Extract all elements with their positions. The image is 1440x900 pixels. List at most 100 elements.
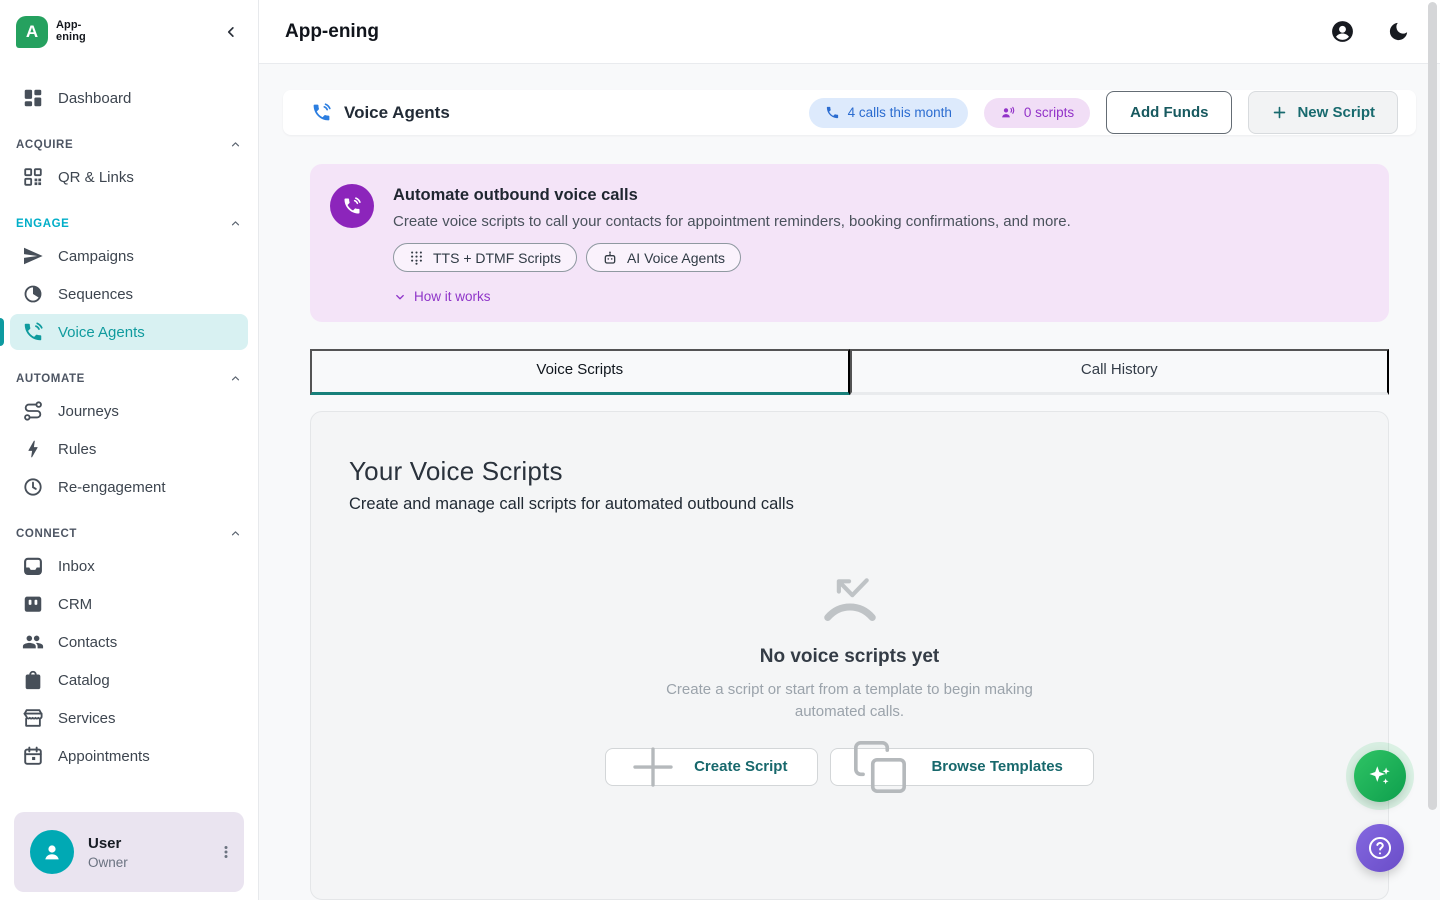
add-funds-label: Add Funds bbox=[1130, 104, 1208, 121]
new-script-label: New Script bbox=[1297, 104, 1375, 121]
logo-line2: ening bbox=[56, 32, 86, 44]
sidebar-nav: Dashboard ACQUIRE QR & Links ENGAGE Camp… bbox=[0, 64, 258, 774]
sidebar-item-label: Services bbox=[58, 710, 116, 727]
create-script-label: Create Script bbox=[694, 758, 787, 775]
sidebar-section-connect[interactable]: CONNECT bbox=[16, 527, 242, 540]
sidebar-item-label: Dashboard bbox=[58, 90, 131, 107]
shopping-bag-icon bbox=[22, 669, 44, 691]
sidebar-item-services[interactable]: Services bbox=[10, 700, 248, 736]
tab-voice-scripts[interactable]: Voice Scripts bbox=[310, 349, 850, 395]
user-role: Owner bbox=[88, 855, 128, 870]
route-icon bbox=[22, 400, 44, 422]
sparkles-icon bbox=[1367, 763, 1393, 789]
panel-title: Your Voice Scripts bbox=[349, 456, 1350, 487]
copy-icon bbox=[851, 738, 909, 796]
sidebar-section-engage[interactable]: ENGAGE bbox=[16, 217, 242, 230]
help-fab[interactable] bbox=[1356, 824, 1404, 872]
create-script-button[interactable]: Create Script bbox=[605, 748, 818, 786]
main-area: App-ening Voice Agents 4 calls this mont… bbox=[259, 0, 1440, 900]
user-card[interactable]: User Owner bbox=[14, 812, 244, 892]
page-title: App-ening bbox=[285, 21, 379, 43]
account-circle-icon bbox=[1330, 19, 1355, 44]
how-it-works-link[interactable]: How it works bbox=[393, 289, 491, 304]
sidebar-section-automate[interactable]: AUTOMATE bbox=[16, 372, 242, 385]
phone-call-icon bbox=[342, 196, 362, 216]
info-banner: Automate outbound voice calls Create voi… bbox=[310, 164, 1389, 322]
sidebar-item-label: Campaigns bbox=[58, 248, 134, 265]
banner-icon-circle bbox=[330, 184, 374, 228]
toolbar-actions: 4 calls this month 0 scripts Add Funds N… bbox=[809, 91, 1398, 134]
sidebar-item-voice-agents[interactable]: Voice Agents bbox=[10, 314, 248, 350]
sidebar-section-acquire[interactable]: ACQUIRE bbox=[16, 138, 242, 151]
calls-badge-label: 4 calls this month bbox=[848, 105, 952, 120]
account-button[interactable] bbox=[1328, 17, 1357, 46]
plus-icon bbox=[626, 740, 680, 794]
sidebar-item-appointments[interactable]: Appointments bbox=[10, 738, 248, 774]
phone-call-icon bbox=[311, 102, 332, 123]
section-label: ACQUIRE bbox=[16, 139, 73, 151]
sidebar-item-journeys[interactable]: Journeys bbox=[10, 393, 248, 429]
app-logo[interactable]: A App- ening bbox=[16, 16, 86, 48]
sidebar-item-label: Journeys bbox=[58, 403, 119, 420]
sidebar-item-inbox[interactable]: Inbox bbox=[10, 548, 248, 584]
sidebar-item-crm[interactable]: CRM bbox=[10, 586, 248, 622]
app-root: A App- ening Dashboard ACQUIRE QR bbox=[0, 0, 1440, 900]
chevron-up-icon bbox=[229, 217, 242, 230]
new-script-button[interactable]: New Script bbox=[1248, 91, 1398, 134]
sidebar-user-area: User Owner bbox=[0, 800, 258, 900]
inbox-icon bbox=[22, 555, 44, 577]
sidebar-item-catalog[interactable]: Catalog bbox=[10, 662, 248, 698]
dark-mode-toggle[interactable] bbox=[1385, 18, 1412, 45]
sidebar-collapse-button[interactable] bbox=[220, 21, 242, 43]
sidebar-item-label: Sequences bbox=[58, 286, 133, 303]
vertical-scrollbar[interactable] bbox=[1428, 2, 1437, 810]
sidebar-item-label: Rules bbox=[58, 441, 96, 458]
empty-actions: Create Script Browse Templates bbox=[605, 748, 1094, 786]
section-label: CONNECT bbox=[16, 528, 77, 540]
kanban-icon bbox=[22, 593, 44, 615]
voice-agents-toolbar: Voice Agents 4 calls this month 0 script… bbox=[283, 90, 1416, 135]
user-menu-button[interactable] bbox=[216, 842, 236, 862]
logo-badge: A bbox=[16, 16, 48, 48]
empty-title: No voice scripts yet bbox=[760, 646, 940, 668]
chevron-up-icon bbox=[229, 138, 242, 151]
avatar bbox=[30, 830, 74, 874]
sidebar-item-label: Voice Agents bbox=[58, 324, 145, 341]
scripts-badge-label: 0 scripts bbox=[1024, 105, 1074, 120]
sidebar-item-label: CRM bbox=[58, 596, 92, 613]
sidebar-item-label: Catalog bbox=[58, 672, 110, 689]
sidebar-item-label: Inbox bbox=[58, 558, 95, 575]
dialpad-icon bbox=[409, 250, 424, 265]
sidebar-item-sequences[interactable]: Sequences bbox=[10, 276, 248, 312]
voice-person-icon bbox=[1000, 105, 1016, 121]
tab-bar: Voice Scripts Call History bbox=[310, 349, 1389, 395]
add-funds-button[interactable]: Add Funds bbox=[1106, 91, 1232, 134]
calendar-icon bbox=[22, 745, 44, 767]
banner-chips: TTS + DTMF Scripts AI Voice Agents bbox=[393, 243, 1071, 272]
sidebar-item-dashboard[interactable]: Dashboard bbox=[10, 80, 248, 116]
dashboard-icon bbox=[22, 87, 44, 109]
user-info: User Owner bbox=[88, 835, 128, 870]
sidebar-item-rules[interactable]: Rules bbox=[10, 431, 248, 467]
tab-call-history[interactable]: Call History bbox=[850, 349, 1390, 395]
chip-label: AI Voice Agents bbox=[627, 250, 725, 266]
banner-content: Automate outbound voice calls Create voi… bbox=[393, 184, 1071, 304]
empty-description: Create a script or start from a template… bbox=[657, 679, 1042, 723]
ai-assistant-fab[interactable] bbox=[1354, 750, 1406, 802]
scripts-count-badge: 0 scripts bbox=[984, 98, 1090, 128]
browse-templates-button[interactable]: Browse Templates bbox=[830, 748, 1093, 786]
kebab-menu-icon bbox=[218, 844, 234, 860]
plus-icon bbox=[1271, 104, 1288, 121]
sidebar-item-label: QR & Links bbox=[58, 169, 134, 186]
section-label: ENGAGE bbox=[16, 218, 69, 230]
logo-text: App- ening bbox=[56, 20, 86, 43]
sidebar-item-contacts[interactable]: Contacts bbox=[10, 624, 248, 660]
storefront-icon bbox=[22, 707, 44, 729]
sidebar: A App- ening Dashboard ACQUIRE QR bbox=[0, 0, 259, 900]
sidebar-item-campaigns[interactable]: Campaigns bbox=[10, 238, 248, 274]
qr-code-icon bbox=[22, 166, 44, 188]
sidebar-item-label: Appointments bbox=[58, 748, 150, 765]
sidebar-item-reengagement[interactable]: Re-engagement bbox=[10, 469, 248, 505]
phone-call-icon bbox=[22, 321, 44, 343]
sidebar-item-qr-links[interactable]: QR & Links bbox=[10, 159, 248, 195]
